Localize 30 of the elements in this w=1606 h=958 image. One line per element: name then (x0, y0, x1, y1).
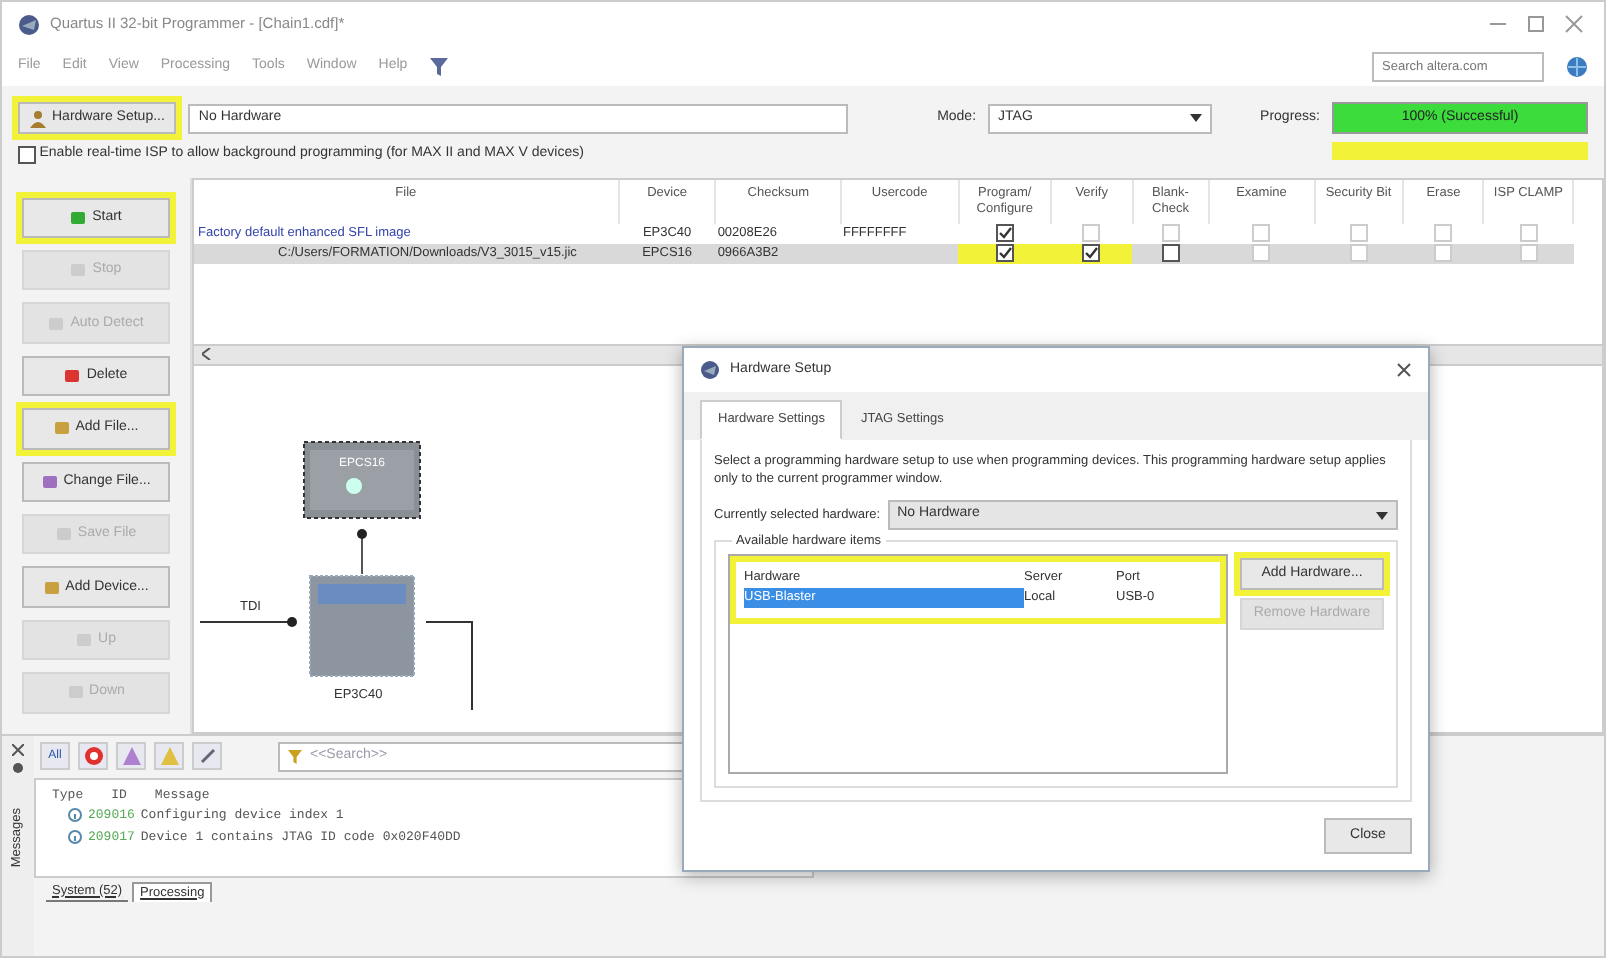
critical-icon (121, 746, 141, 766)
person-icon (30, 109, 46, 127)
dropdown-arrow-icon (1190, 114, 1203, 122)
info-icon (68, 830, 82, 845)
filter-icon (288, 749, 302, 763)
checkbox[interactable] (1082, 243, 1101, 262)
connector-arrow (357, 528, 367, 574)
dropdown-arrow-icon (1376, 511, 1388, 519)
error-icon (83, 746, 103, 766)
fpga-chip-drawing (309, 574, 415, 676)
filter-icon[interactable] (429, 57, 448, 75)
filter-button[interactable] (192, 742, 222, 770)
scroll-left-icon[interactable] (202, 348, 212, 360)
app-icon (18, 13, 40, 35)
flash-chip-drawing (303, 440, 421, 518)
close-icon[interactable] (1396, 361, 1412, 378)
signal-line (199, 616, 297, 626)
pin-icon[interactable] (12, 761, 24, 773)
maximize-icon[interactable] (1522, 14, 1550, 34)
warning-icon (159, 746, 179, 766)
checkbox[interactable] (995, 223, 1014, 242)
globe-icon (1566, 55, 1588, 77)
app-icon (700, 359, 720, 380)
checkbox[interactable] (1161, 243, 1180, 262)
signal-line (425, 620, 473, 709)
checkbox[interactable] (995, 243, 1014, 262)
filter-button[interactable] (78, 742, 108, 770)
checkbox[interactable] (18, 145, 36, 164)
info-icon (68, 808, 82, 823)
close-icon[interactable] (12, 743, 24, 755)
